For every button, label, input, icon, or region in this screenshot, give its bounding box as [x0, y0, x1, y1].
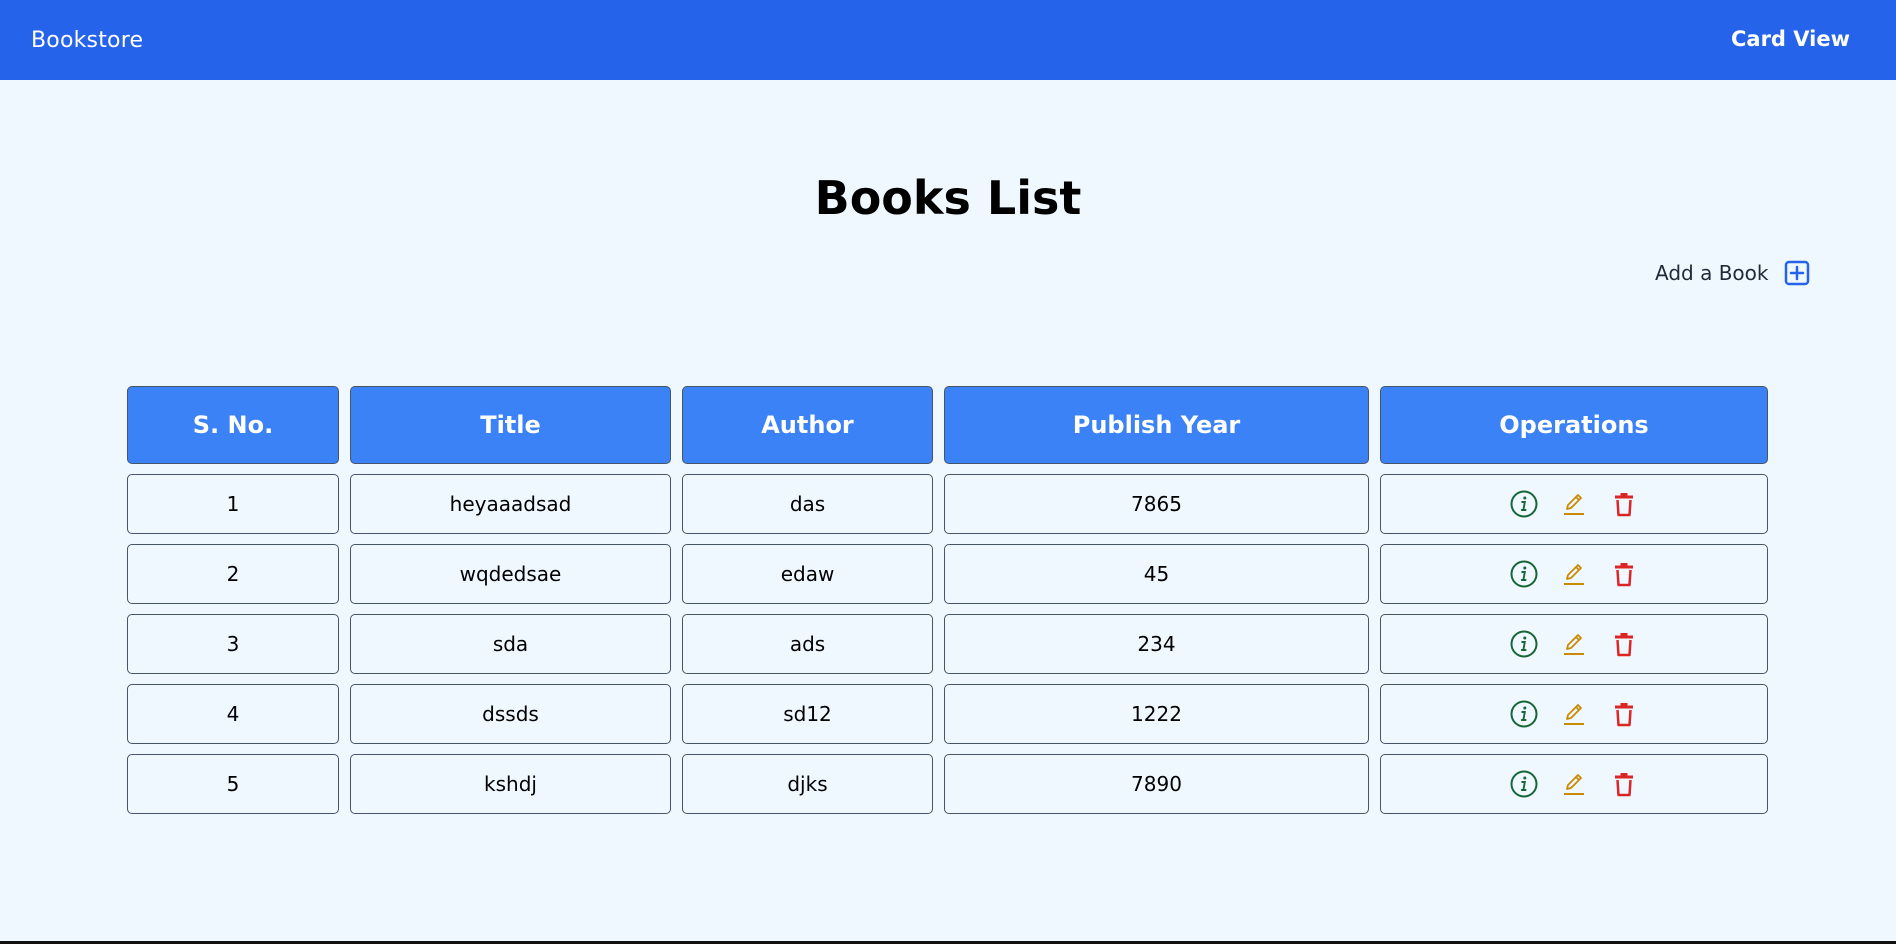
- cell-publish-year: 234: [944, 614, 1369, 674]
- add-book-label: Add a Book: [1655, 261, 1769, 285]
- table-row: 3 sda ads 234: [127, 614, 1768, 674]
- cell-operations: [1380, 544, 1768, 604]
- cell-author: djks: [682, 754, 933, 814]
- cell-operations: [1380, 684, 1768, 744]
- cell-title: dssds: [350, 684, 671, 744]
- cell-title: sda: [350, 614, 671, 674]
- cell-sno: 5: [127, 754, 339, 814]
- operations-group: [1381, 769, 1767, 799]
- add-book-link[interactable]: Add a Book: [1655, 260, 1810, 286]
- cell-author: ads: [682, 614, 933, 674]
- header-operations: Operations: [1380, 386, 1768, 464]
- books-table-container: S. No. Title Author Publish Year Operati…: [127, 386, 1768, 814]
- table-row: 4 dssds sd12 1222: [127, 684, 1768, 744]
- navbar: Bookstore Card View: [0, 0, 1896, 80]
- page-title: Books List: [814, 171, 1082, 225]
- cell-sno: 1: [127, 474, 339, 534]
- pencil-edit-icon[interactable]: [1559, 769, 1589, 799]
- header-title: Title: [350, 386, 671, 464]
- cell-title: heyaaadsad: [350, 474, 671, 534]
- table-row: 5 kshdj djks 7890: [127, 754, 1768, 814]
- cell-publish-year: 7865: [944, 474, 1369, 534]
- header-sno: S. No.: [127, 386, 339, 464]
- cell-publish-year: 7890: [944, 754, 1369, 814]
- info-circle-icon[interactable]: [1509, 769, 1539, 799]
- cell-sno: 2: [127, 544, 339, 604]
- table-row: 1 heyaaadsad das 7865: [127, 474, 1768, 534]
- header-publish-year: Publish Year: [944, 386, 1369, 464]
- pencil-edit-icon[interactable]: [1559, 699, 1589, 729]
- cell-operations: [1380, 614, 1768, 674]
- pencil-edit-icon[interactable]: [1559, 559, 1589, 589]
- operations-group: [1381, 489, 1767, 519]
- trash-delete-icon[interactable]: [1609, 699, 1639, 729]
- trash-delete-icon[interactable]: [1609, 629, 1639, 659]
- card-view-button[interactable]: Card View: [1731, 27, 1850, 51]
- trash-delete-icon[interactable]: [1609, 489, 1639, 519]
- table-row: 2 wqdedsae edaw 45: [127, 544, 1768, 604]
- operations-group: [1381, 699, 1767, 729]
- cell-operations: [1380, 474, 1768, 534]
- pencil-edit-icon[interactable]: [1559, 629, 1589, 659]
- operations-group: [1381, 629, 1767, 659]
- info-circle-icon[interactable]: [1509, 699, 1539, 729]
- cell-author: das: [682, 474, 933, 534]
- header-author: Author: [682, 386, 933, 464]
- trash-delete-icon[interactable]: [1609, 559, 1639, 589]
- cell-title: kshdj: [350, 754, 671, 814]
- cell-sno: 3: [127, 614, 339, 674]
- cell-title: wqdedsae: [350, 544, 671, 604]
- info-circle-icon[interactable]: [1509, 629, 1539, 659]
- cell-operations: [1380, 754, 1768, 814]
- cell-publish-year: 45: [944, 544, 1369, 604]
- table-header-row: S. No. Title Author Publish Year Operati…: [127, 386, 1768, 464]
- books-table: S. No. Title Author Publish Year Operati…: [116, 376, 1779, 824]
- operations-group: [1381, 559, 1767, 589]
- trash-delete-icon[interactable]: [1609, 769, 1639, 799]
- cell-author: edaw: [682, 544, 933, 604]
- cell-author: sd12: [682, 684, 933, 744]
- cell-sno: 4: [127, 684, 339, 744]
- info-circle-icon[interactable]: [1509, 559, 1539, 589]
- info-circle-icon[interactable]: [1509, 489, 1539, 519]
- brand-link[interactable]: Bookstore: [31, 28, 143, 53]
- cell-publish-year: 1222: [944, 684, 1369, 744]
- pencil-edit-icon[interactable]: [1559, 489, 1589, 519]
- plus-square-icon[interactable]: [1784, 260, 1810, 286]
